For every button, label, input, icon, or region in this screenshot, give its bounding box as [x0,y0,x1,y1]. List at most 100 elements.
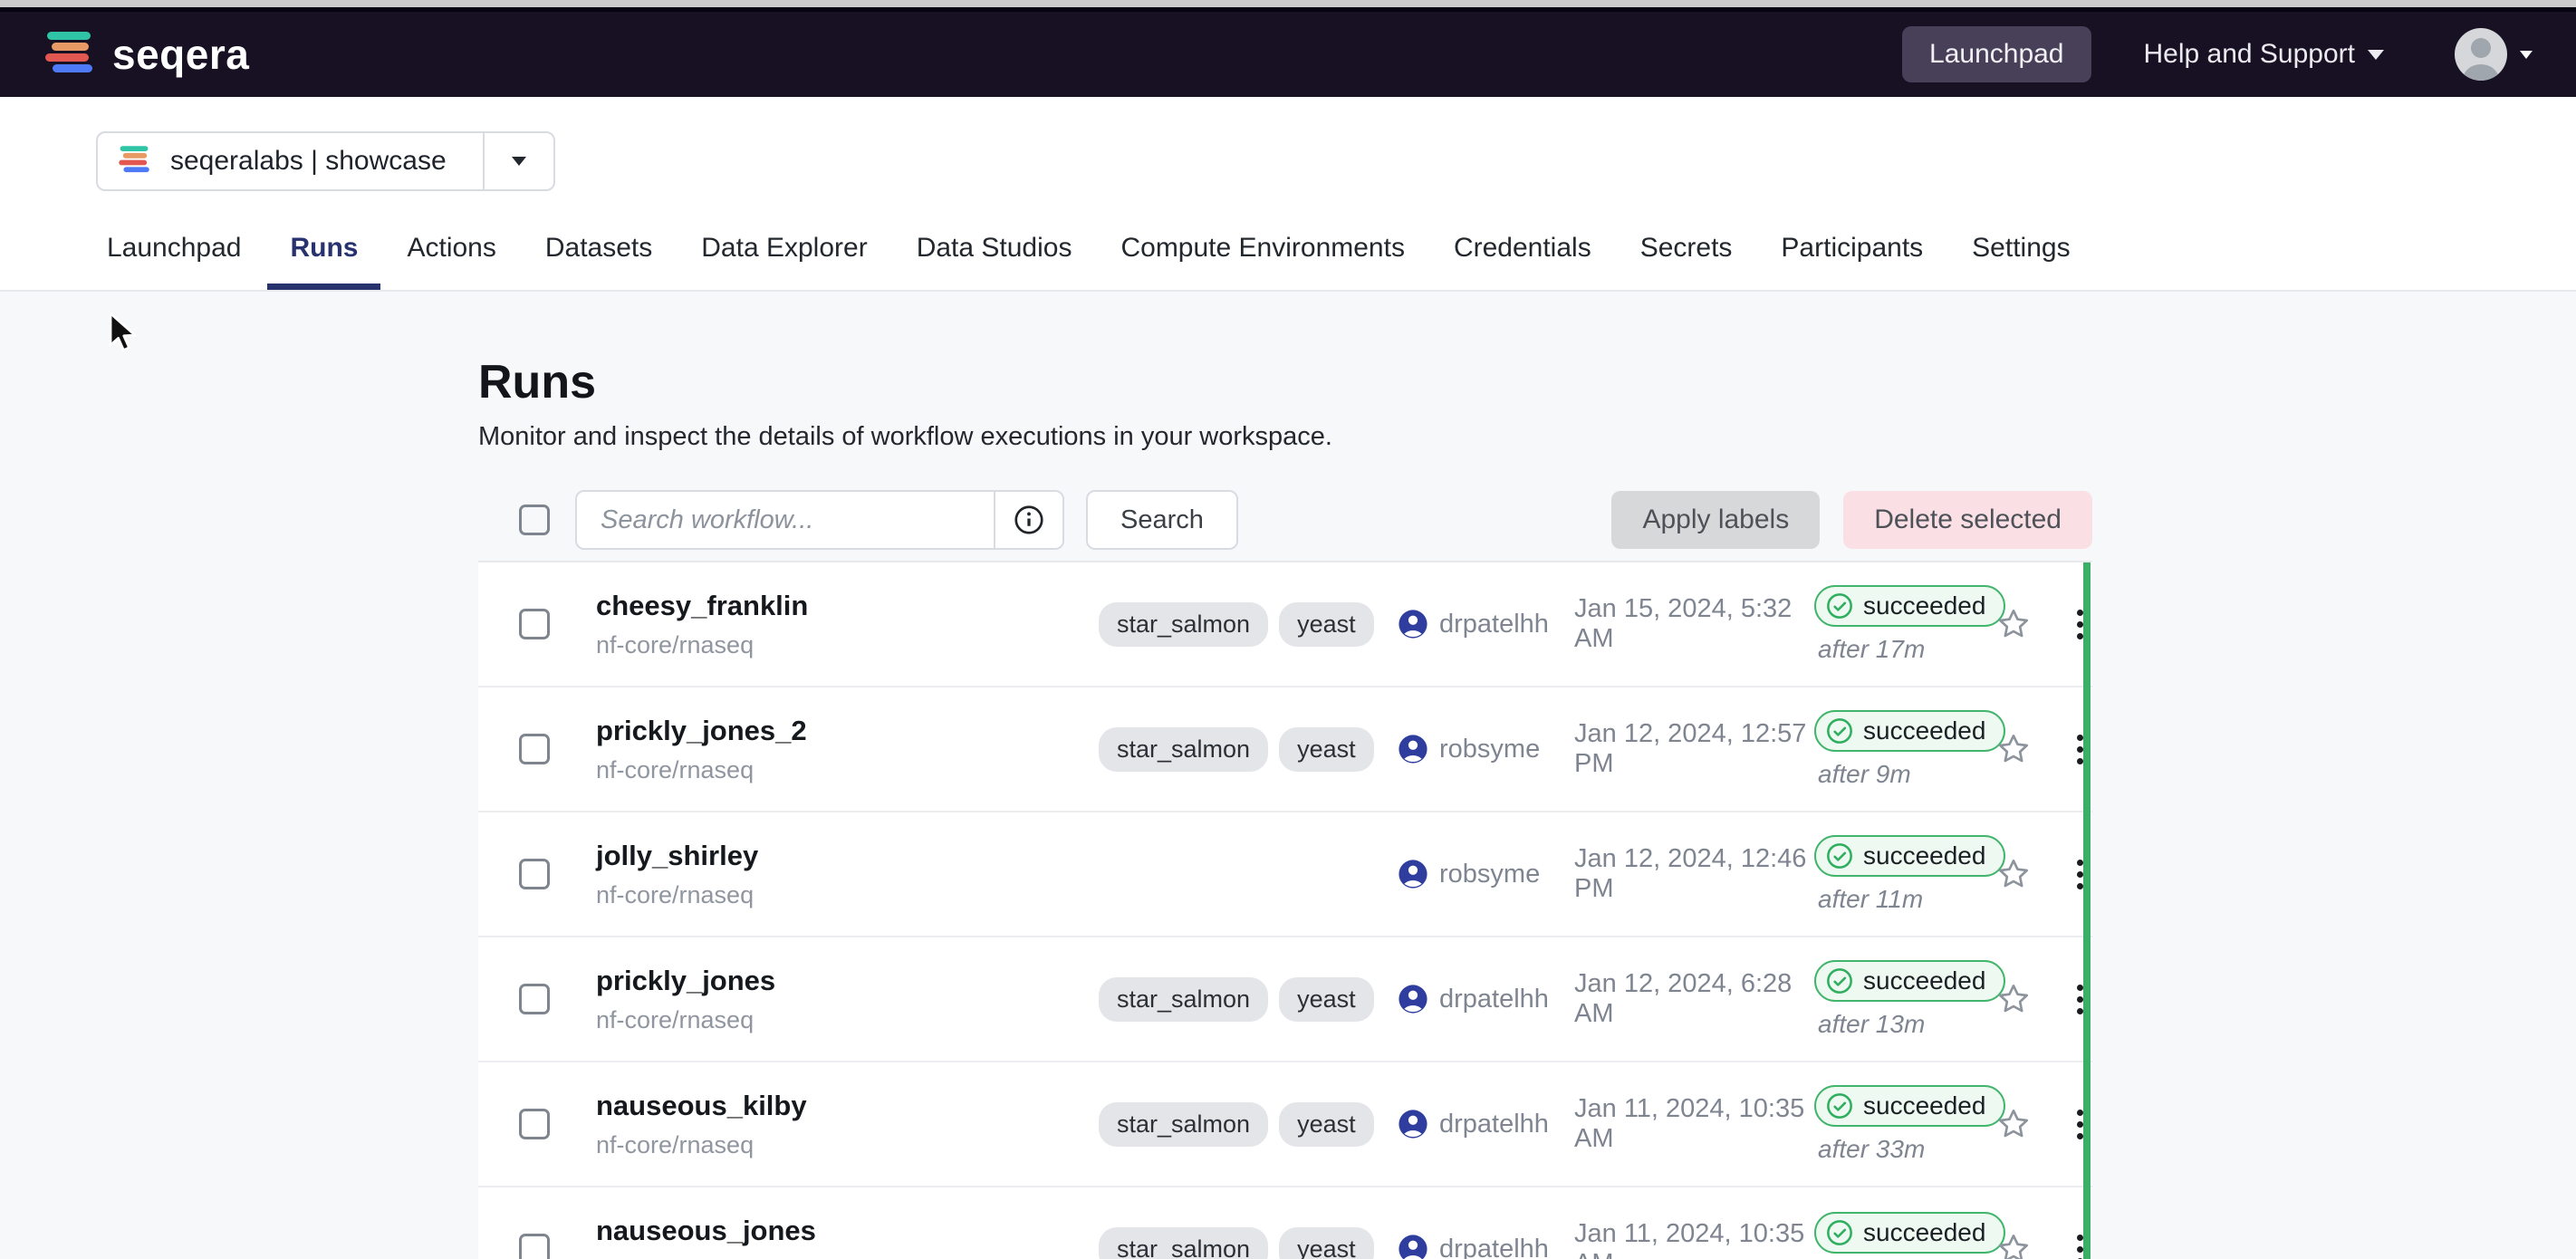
kebab-icon [2077,1235,2083,1241]
status-label: succeeded [1863,966,1985,995]
tab-datasets[interactable]: Datasets [523,233,675,290]
tab-label: Actions [407,233,495,263]
status-label: succeeded [1863,716,1985,745]
status-label: succeeded [1863,1091,1985,1120]
avatar-person-icon [2471,38,2491,58]
tab-actions[interactable]: Actions [384,233,518,290]
chevron-down-icon [512,157,526,166]
delete-selected-button[interactable]: Delete selected [1843,491,2092,549]
row-checkbox[interactable] [519,859,550,889]
tab-credentials[interactable]: Credentials [1431,233,1614,290]
workspace-selector[interactable]: seqeralabs | showcase [96,131,555,191]
star-icon[interactable] [1995,856,2032,892]
tab-label: Data Explorer [701,233,867,263]
row-menu-button[interactable] [2057,610,2102,639]
page-subtitle: Monitor and inspect the details of workf… [478,422,2576,452]
star-icon[interactable] [1995,1106,2032,1142]
workspace-dropdown-toggle[interactable] [483,133,553,189]
user-icon [1398,1234,1428,1259]
star-icon[interactable] [1995,606,2032,642]
workspace-logo-icon [118,143,150,180]
run-name-link[interactable]: prickly_jones_2 [596,715,1099,747]
run-label-pill: star_salmon [1099,602,1268,647]
tab-data-studios[interactable]: Data Studios [894,233,1095,290]
run-row[interactable]: prickly_jones_2 nf-core/rnaseq star_salm… [478,687,2092,812]
run-labels: star_salmonyeast [1099,727,1398,772]
tab-label: Settings [1972,233,2070,263]
star-icon[interactable] [1995,731,2032,767]
tab-settings[interactable]: Settings [1949,233,2092,290]
page-head: Runs Monitor and inspect the details of … [478,355,2576,452]
chevron-down-icon [2520,51,2533,59]
star-icon[interactable] [1995,1231,2032,1259]
row-checkbox[interactable] [519,1234,550,1259]
run-label-pill: star_salmon [1099,977,1268,1022]
search-input[interactable] [577,492,994,548]
tab-data-explorer[interactable]: Data Explorer [678,233,889,290]
user-icon [1398,984,1428,1014]
run-row[interactable]: prickly_jones nf-core/rnaseq star_salmon… [478,937,2092,1062]
run-date: Jan 11, 2024, 10:35 AM [1574,1219,1814,1259]
row-menu-button[interactable] [2057,735,2102,764]
run-labels: star_salmonyeast [1099,602,1398,647]
tab-launchpad[interactable]: Launchpad [84,233,264,290]
run-row[interactable]: jolly_shirley nf-core/rnaseq robsyme Jan… [478,812,2092,937]
run-name-link[interactable]: prickly_jones [596,965,1099,997]
kebab-icon [2077,610,2083,616]
avatar [2455,28,2507,81]
run-label-pill: star_salmon [1099,727,1268,772]
table-accent-bar [2083,562,2091,1259]
status-badge: succeeded [1814,1212,2005,1254]
row-menu-button[interactable] [2057,1235,2102,1259]
row-checkbox[interactable] [519,984,550,1014]
tab-runs[interactable]: Runs [267,233,380,290]
launchpad-button[interactable]: Launchpad [1902,26,2091,82]
row-menu-button[interactable] [2057,1110,2102,1139]
tab-secrets[interactable]: Secrets [1618,233,1755,290]
workspace-bar: seqeralabs | showcase [0,97,2576,191]
tab-label: Credentials [1454,233,1591,263]
tab-compute-environments[interactable]: Compute Environments [1098,233,1427,290]
run-duration: after 17m [1814,635,1995,664]
brand: seqera [43,27,249,82]
run-pipeline: nf-core/rnaseq [596,881,1099,909]
run-name-link[interactable]: nauseous_kilby [596,1090,1099,1122]
user-menu[interactable] [2455,28,2533,81]
select-all-checkbox[interactable] [519,505,550,535]
row-checkbox[interactable] [519,734,550,764]
run-row[interactable]: nauseous_jones nf-core/rnaseq star_salmo… [478,1187,2092,1259]
tab-label: Data Studios [917,233,1072,263]
apply-labels-button[interactable]: Apply labels [1611,491,1820,549]
row-checkbox[interactable] [519,609,550,639]
help-and-support-menu[interactable]: Help and Support [2144,39,2385,70]
tab-label: Compute Environments [1120,233,1404,263]
run-user: drpatelhh [1439,610,1549,639]
status-label: succeeded [1863,591,1985,620]
page-title: Runs [478,355,2576,409]
kebab-icon [2077,1110,2083,1116]
run-name-link[interactable]: cheesy_franklin [596,590,1099,622]
run-row[interactable]: cheesy_franklin nf-core/rnaseq star_salm… [478,562,2092,687]
run-name-link[interactable]: nauseous_jones [596,1215,1099,1247]
run-row[interactable]: nauseous_kilby nf-core/rnaseq star_salmo… [478,1062,2092,1187]
seqera-logo-icon [43,27,94,82]
run-pipeline: nf-core/rnaseq [596,1006,1099,1034]
run-name-link[interactable]: jolly_shirley [596,840,1099,872]
search-button[interactable]: Search [1086,490,1238,550]
run-pipeline: nf-core/rnaseq [596,756,1099,784]
row-checkbox[interactable] [519,1109,550,1139]
row-menu-button[interactable] [2057,985,2102,1014]
user-icon [1398,1109,1428,1139]
run-labels: star_salmonyeast [1099,977,1398,1022]
star-icon[interactable] [1995,981,2032,1017]
brand-name: seqera [112,30,249,79]
help-and-support-label: Help and Support [2144,39,2356,70]
search-info-button[interactable] [994,492,1062,548]
check-circle-icon [1825,841,1854,870]
run-date: Jan 12, 2024, 12:46 PM [1574,844,1814,904]
run-date: Jan 12, 2024, 12:57 PM [1574,719,1814,779]
row-menu-button[interactable] [2057,860,2102,889]
status-badge: succeeded [1814,960,2005,1002]
tab-participants[interactable]: Participants [1758,233,1946,290]
status-label: succeeded [1863,1218,1985,1247]
